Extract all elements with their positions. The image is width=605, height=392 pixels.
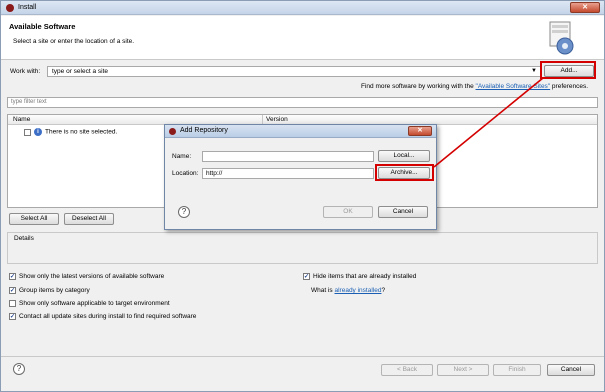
eclipse-icon — [6, 4, 14, 12]
location-field[interactable]: http:// — [202, 168, 374, 179]
filter-input[interactable]: type filter text — [7, 97, 598, 108]
deselect-all-button[interactable]: Deselect All — [64, 213, 114, 225]
page-subtitle: Select a site or enter the location of a… — [13, 38, 135, 45]
footer-divider — [1, 356, 604, 357]
name-field[interactable] — [202, 151, 374, 162]
hide-installed-checkbox[interactable] — [303, 272, 310, 280]
group-by-category-checkbox[interactable] — [9, 286, 16, 294]
window-title: Install — [18, 4, 37, 11]
ok-button[interactable]: OK — [323, 206, 373, 218]
option-contact-sites[interactable]: Contact all update sites during install … — [9, 312, 196, 321]
select-all-button[interactable]: Select All — [9, 213, 59, 225]
what-is-prefix: What is — [311, 287, 335, 294]
option-latest-versions[interactable]: Show only the latest versions of availab… — [9, 272, 164, 281]
latest-versions-label: Show only the latest versions of availab… — [19, 273, 165, 280]
already-installed-link[interactable]: already installed — [334, 287, 381, 294]
latest-versions-checkbox[interactable] — [9, 272, 16, 280]
target-environment-checkbox[interactable] — [9, 299, 16, 307]
option-hide-installed[interactable]: Hide items that are already installed — [303, 272, 416, 281]
eclipse-icon — [169, 128, 176, 135]
work-with-value: type or select a site — [52, 68, 108, 75]
page-title: Available Software — [9, 22, 76, 31]
contact-sites-checkbox[interactable] — [9, 312, 16, 320]
local-button[interactable]: Local... — [378, 150, 430, 162]
option-group-by-category[interactable]: Group items by category — [9, 286, 90, 295]
dialog-title: Add Repository — [180, 127, 228, 134]
row-name: There is no site selected. — [45, 128, 118, 136]
option-target-environment[interactable]: Show only software applicable to target … — [9, 299, 170, 308]
work-with-combo[interactable]: type or select a site ▼ — [47, 66, 541, 77]
finish-button[interactable]: Finish — [493, 364, 541, 376]
chevron-down-icon[interactable]: ▼ — [531, 67, 537, 76]
name-label: Name: — [172, 153, 192, 160]
details-group: Details — [7, 232, 598, 264]
add-button-highlight — [540, 61, 596, 79]
available-software-sites-link[interactable]: "Available Software Sites" — [476, 83, 551, 90]
details-label: Details — [14, 235, 34, 242]
find-more-hint: Find more software by working with the "… — [361, 83, 588, 90]
location-label: Location: — [172, 170, 199, 177]
help-icon[interactable]: ? — [13, 363, 25, 375]
row-checkbox[interactable] — [24, 128, 31, 136]
table-row[interactable]: i There is no site selected. — [24, 128, 117, 136]
back-button[interactable]: < Back — [381, 364, 433, 376]
hide-installed-label: Hide items that are already installed — [313, 273, 417, 280]
target-environment-label: Show only software applicable to target … — [19, 300, 170, 307]
hint-prefix: Find more software by working with the — [361, 83, 476, 90]
next-button[interactable]: Next > — [437, 364, 489, 376]
install-wizard-icon — [549, 21, 574, 55]
column-name[interactable]: Name — [13, 116, 30, 123]
what-is-installed-text: What is already installed? — [311, 286, 385, 295]
archive-button-highlight — [375, 164, 434, 181]
dialog-help-icon[interactable]: ? — [178, 206, 190, 218]
wizard-header: Available Software Select a site or ente… — [1, 16, 604, 60]
hint-suffix: preferences. — [550, 83, 589, 90]
group-by-category-label: Group items by category — [19, 287, 90, 294]
dialog-cancel-button[interactable]: Cancel — [378, 206, 428, 218]
dialog-close-icon[interactable]: ✕ — [408, 126, 432, 136]
dialog-title-bar: Add Repository ✕ — [165, 125, 436, 138]
title-bar: Install ✕ — [1, 1, 604, 15]
column-version[interactable]: Version — [266, 116, 288, 123]
contact-sites-label: Contact all update sites during install … — [19, 313, 197, 320]
close-icon[interactable]: ✕ — [570, 2, 600, 13]
cancel-button[interactable]: Cancel — [547, 364, 595, 376]
what-is-suffix: ? — [381, 287, 386, 294]
info-icon: i — [34, 128, 42, 136]
work-with-label: Work with: — [10, 68, 41, 75]
